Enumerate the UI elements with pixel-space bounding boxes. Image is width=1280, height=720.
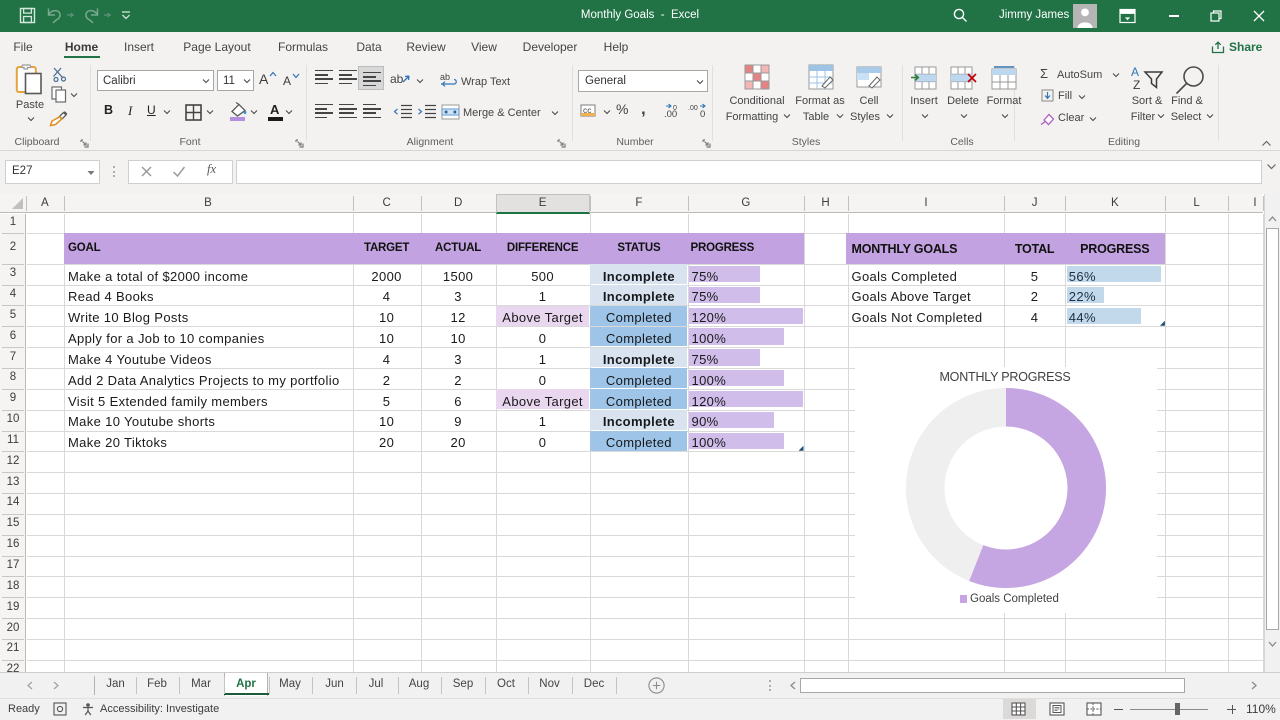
svg-text:A: A [1131, 65, 1139, 79]
svg-text:0: 0 [673, 105, 677, 112]
svg-text:.00: .00 [688, 105, 698, 112]
svg-text:cc: cc [583, 105, 592, 115]
svg-text:0: 0 [700, 109, 705, 119]
svg-text:ab: ab [390, 72, 404, 86]
svg-text:ab: ab [440, 72, 450, 82]
svg-text:Z: Z [1133, 78, 1140, 91]
